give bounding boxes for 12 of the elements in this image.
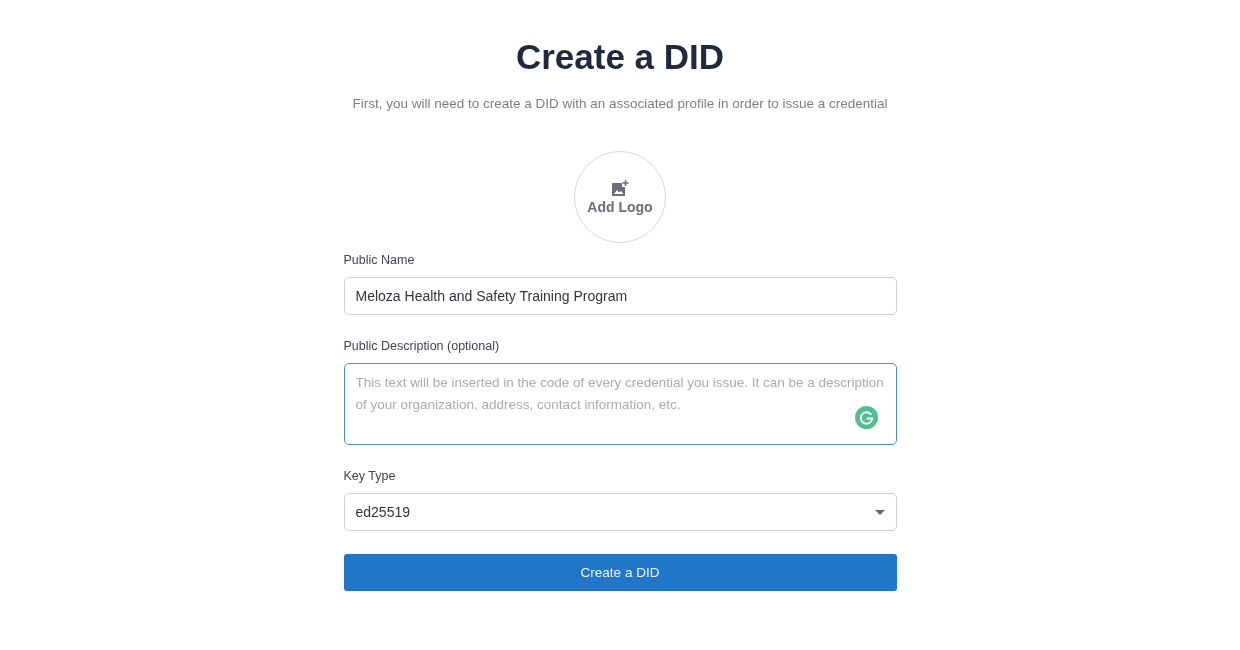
field-label: Public Name	[343, 253, 415, 267]
field-label: Public Description (optional)	[343, 339, 500, 353]
field-label: Key Type	[343, 469, 396, 483]
text-field[interactable]: Meloza Health and Safety Training Program	[343, 277, 897, 315]
select-dropdown[interactable]: ed25519	[343, 493, 897, 531]
caret-icon	[874, 509, 885, 515]
add-logo-button[interactable]: Add Logo	[574, 151, 666, 243]
add-image-icon	[611, 179, 629, 197]
text-area[interactable]: This text will be inserted in the code of every credential you issue. It can be a description of your organization, address, contact information, etc.	[343, 363, 897, 445]
page-title: Create a DID	[515, 36, 725, 78]
page-subtitle: First, you will need to create a DID with an associated profile in order to issue a credential	[351, 95, 889, 113]
submit-button[interactable]: Create a DID	[343, 554, 897, 591]
